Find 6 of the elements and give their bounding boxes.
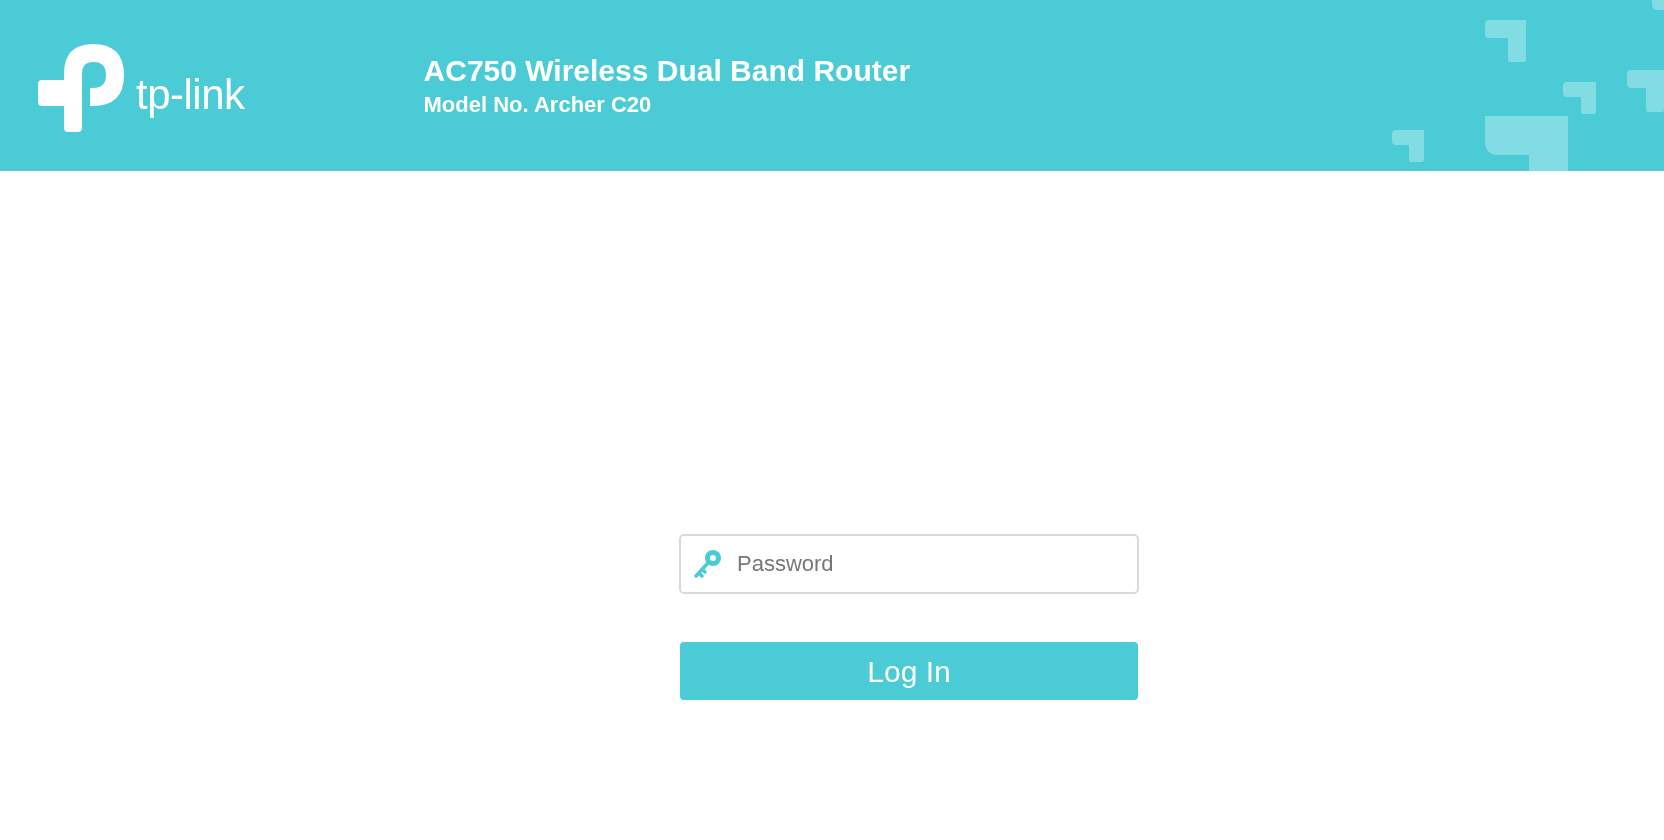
router-title: AC750 Wireless Dual Band Router xyxy=(423,52,911,89)
logo-text: tp-link xyxy=(136,73,245,116)
login-button[interactable]: Log In xyxy=(680,642,1138,700)
password-field[interactable]: Password xyxy=(679,534,1139,594)
model-number: Model No. Archer C20 xyxy=(423,90,653,119)
key-icon xyxy=(693,548,723,580)
